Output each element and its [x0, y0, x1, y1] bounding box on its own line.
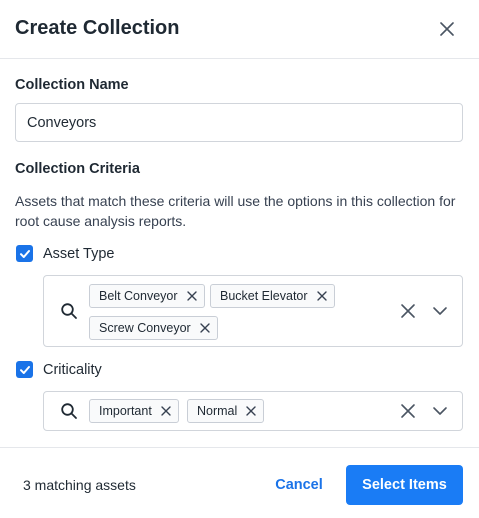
criticality-label: Criticality	[43, 361, 102, 378]
chip-label: Screw Conveyor	[99, 321, 191, 335]
checkmark-icon	[19, 249, 30, 258]
criticality-checkbox-row[interactable]: Criticality	[16, 361, 102, 378]
criticality-checkbox[interactable]	[16, 361, 33, 378]
close-icon	[440, 22, 454, 36]
chip-bucket-elevator: Bucket Elevator	[210, 284, 335, 308]
collection-criteria-label: Collection Criteria	[15, 161, 140, 177]
clear-icon[interactable]	[400, 303, 416, 319]
chip-label: Bucket Elevator	[220, 289, 308, 303]
remove-chip-button[interactable]	[199, 322, 211, 334]
x-icon	[186, 291, 197, 301]
collection-name-label: Collection Name	[15, 77, 129, 93]
chip-screw-conveyor: Screw Conveyor	[89, 316, 218, 340]
chip-label: Normal	[197, 404, 238, 418]
search-icon	[61, 403, 77, 419]
chip-important: Important	[89, 399, 179, 423]
search-icon	[61, 303, 77, 319]
chip-label: Belt Conveyor	[99, 289, 178, 303]
remove-chip-button[interactable]	[245, 405, 257, 417]
checkmark-icon	[19, 365, 30, 374]
remove-chip-button[interactable]	[186, 290, 198, 302]
remove-chip-button[interactable]	[316, 290, 328, 302]
close-button[interactable]	[436, 18, 458, 40]
matching-assets-count: 3 matching assets	[23, 477, 136, 493]
x-icon	[316, 291, 327, 301]
dialog-header: Create Collection	[0, 0, 479, 59]
dialog-footer: 3 matching assets Cancel Select Items	[0, 447, 479, 518]
x-icon	[161, 406, 171, 416]
dialog-title: Create Collection	[15, 17, 180, 39]
criteria-description: Assets that match these criteria will us…	[15, 193, 456, 229]
asset-type-multiselect[interactable]: Belt Conveyor Bucket Elevator Screw Conv…	[43, 275, 463, 347]
clear-icon[interactable]	[400, 403, 416, 419]
chip-normal: Normal	[187, 399, 265, 423]
asset-type-label: Asset Type	[43, 245, 115, 262]
criticality-multiselect[interactable]: Important Normal	[43, 391, 463, 431]
collection-name-input[interactable]	[15, 103, 463, 142]
chevron-down-icon[interactable]	[432, 403, 448, 419]
chip-belt-conveyor: Belt Conveyor	[89, 284, 205, 308]
chevron-down-icon[interactable]	[432, 303, 448, 319]
remove-chip-button[interactable]	[160, 405, 172, 417]
x-icon	[246, 406, 256, 416]
chip-label: Important	[99, 404, 152, 418]
asset-type-checkbox-row[interactable]: Asset Type	[16, 245, 114, 262]
select-items-button[interactable]: Select Items	[346, 465, 463, 505]
x-icon	[200, 323, 210, 333]
asset-type-checkbox[interactable]	[16, 245, 33, 262]
cancel-button[interactable]: Cancel	[268, 465, 330, 505]
